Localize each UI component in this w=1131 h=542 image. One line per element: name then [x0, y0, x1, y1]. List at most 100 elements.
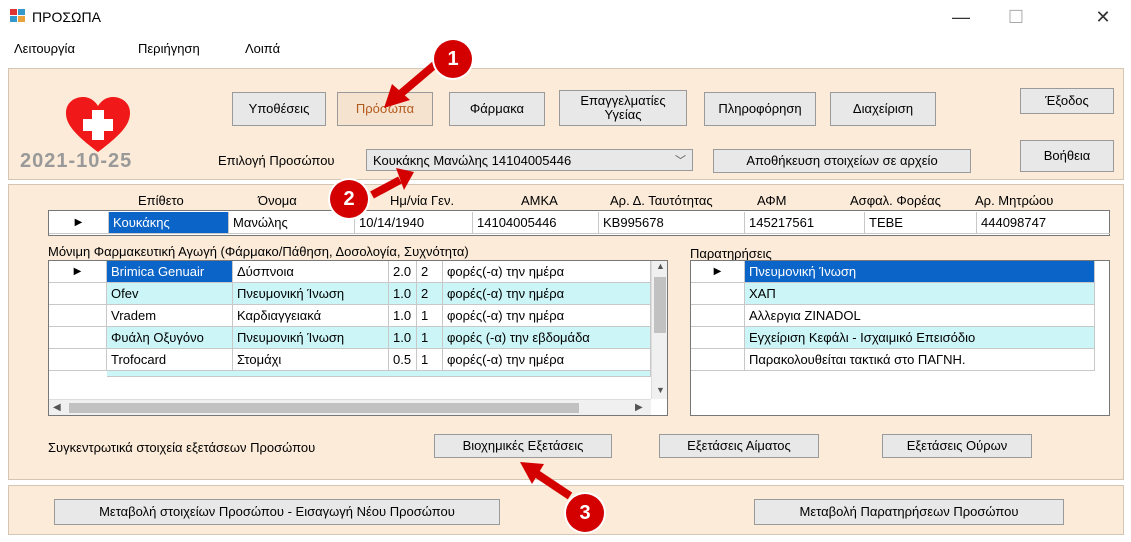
- marker-3: 3: [566, 494, 604, 532]
- epaggelmaties-label-line1: Επαγγελματίες: [580, 93, 666, 108]
- horizontal-scrollbar[interactable]: ◀ ▶: [49, 399, 651, 415]
- header-asfal-foreas: Ασφαλ. Φορέας: [850, 193, 941, 208]
- scrollbar-thumb[interactable]: [69, 403, 579, 413]
- header-onoma: Όνομα: [258, 193, 297, 208]
- note-row-3[interactable]: Εγχείριση Κεφάλι - Ισχαιμικό Επεισόδιο: [745, 327, 1095, 349]
- row-header: [691, 305, 745, 327]
- med-row-partial: [107, 371, 651, 377]
- med-row-2-drug[interactable]: Vradem: [107, 305, 233, 327]
- med-row-0-drug[interactable]: Brimica Genuair: [107, 261, 233, 283]
- edit-notes-button[interactable]: Μεταβολή Παρατηρήσεων Προσώπου: [754, 499, 1064, 525]
- scroll-left-icon[interactable]: ◀: [53, 402, 61, 413]
- med-row-3-frequency[interactable]: φορές (-α) την εβδομάδα: [443, 327, 651, 349]
- med-row-0-times[interactable]: 2: [417, 261, 443, 283]
- med-row-2-condition[interactable]: Καρδιαγγειακά: [233, 305, 389, 327]
- note-row-0[interactable]: Πνευμονική Ίνωση: [745, 261, 1095, 283]
- menu-leitourgia[interactable]: Λειτουργία: [14, 41, 75, 56]
- header-afm: ΑΦΜ: [757, 193, 787, 208]
- person-select-label: Επιλογή Προσώπου: [218, 153, 335, 168]
- row-pointer-icon: ▶: [49, 261, 107, 283]
- current-date: 2021-10-25: [20, 150, 133, 172]
- note-row-1[interactable]: ΧΑΠ: [745, 283, 1095, 305]
- med-row-3-drug[interactable]: Φυάλη Οξυγόνο: [107, 327, 233, 349]
- med-row-2-times[interactable]: 1: [417, 305, 443, 327]
- exodos-button[interactable]: Έξοδος: [1020, 88, 1114, 114]
- scroll-right-icon[interactable]: ▶: [635, 402, 643, 413]
- med-row-3-times[interactable]: 1: [417, 327, 443, 349]
- note-row-2[interactable]: Αλλεργια ZINADOL: [745, 305, 1095, 327]
- medication-table: ▶ Brimica Genuair Δύσπνοια 2.0 2 φορές(-…: [48, 260, 668, 416]
- biochemical-exams-button[interactable]: Βιοχημικές Εξετάσεις: [434, 434, 612, 458]
- vertical-scrollbar[interactable]: ▲ ▼: [651, 261, 667, 399]
- epaggelmaties-label-line2: Υγείας: [604, 107, 642, 122]
- med-row-4-dose[interactable]: 0.5: [389, 349, 417, 371]
- med-row-0-condition[interactable]: Δύσπνοια: [233, 261, 389, 283]
- notes-title: Παρατηρήσεις: [690, 246, 772, 261]
- row-pointer-icon: ▶: [49, 212, 109, 234]
- med-row-0-dose[interactable]: 2.0: [389, 261, 417, 283]
- person-select-value: Κουκάκης Μανώλης 14104005446: [373, 153, 572, 168]
- row-header: [49, 327, 107, 349]
- header-amka: ΑΜΚΑ: [521, 193, 558, 208]
- med-row-4-times[interactable]: 1: [417, 349, 443, 371]
- urine-exams-button[interactable]: Εξετάσεις Ούρων: [882, 434, 1032, 458]
- marker-1: 1: [434, 40, 472, 78]
- menu-loipa[interactable]: Λοιπά: [245, 41, 280, 56]
- pliroforisi-button[interactable]: Πληροφόρηση: [704, 92, 816, 126]
- person-cell-amka[interactable]: 14104005446: [473, 212, 599, 234]
- med-row-0-frequency[interactable]: φορές(-α) την ημέρα: [443, 261, 651, 283]
- voitheia-button[interactable]: Βοήθεια: [1020, 140, 1114, 172]
- med-row-3-condition[interactable]: Πνευμονική Ίνωση: [233, 327, 389, 349]
- person-cell-hmnia[interactable]: 10/14/1940: [355, 212, 473, 234]
- edit-person-button[interactable]: Μεταβολή στοιχείων Προσώπου - Εισαγωγή Ν…: [54, 499, 500, 525]
- med-row-1-frequency[interactable]: φορές(-α) την ημέρα: [443, 283, 651, 305]
- header-hmnia-gen: Ημ/νία Γεν.: [390, 193, 455, 208]
- row-header: [49, 305, 107, 327]
- med-row-1-times[interactable]: 2: [417, 283, 443, 305]
- person-cell-onoma[interactable]: Μανώλης: [229, 212, 355, 234]
- person-cell-foreas[interactable]: ΤΕΒΕ: [865, 212, 977, 234]
- chevron-down-icon: ﹀: [675, 155, 686, 167]
- med-row-4-frequency[interactable]: φορές(-α) την ημέρα: [443, 349, 651, 371]
- person-cell-taytotita[interactable]: ΚΒ995678: [599, 212, 745, 234]
- med-row-4-drug[interactable]: Trofocard: [107, 349, 233, 371]
- med-row-3-dose[interactable]: 1.0: [389, 327, 417, 349]
- row-header: [691, 349, 745, 371]
- heart-logo-icon: [66, 97, 130, 152]
- row-header: [49, 349, 107, 371]
- scrollbar-thumb[interactable]: [654, 277, 666, 333]
- med-row-1-drug[interactable]: Ofev: [107, 283, 233, 305]
- app-icon: [10, 9, 25, 22]
- diaxeirisi-button[interactable]: Διαχείριση: [830, 92, 936, 126]
- scroll-down-icon[interactable]: ▼: [652, 385, 667, 395]
- close-button[interactable]: ✕: [1080, 2, 1126, 32]
- menu-periigisi[interactable]: Περιήγηση: [138, 41, 200, 56]
- notes-table: ▶ Πνευμονική Ίνωση ΧΑΠ Αλλεργια ZINADOL …: [690, 260, 1110, 416]
- row-pointer-icon: ▶: [691, 261, 745, 283]
- save-to-file-button[interactable]: Αποθήκευση στοιχείων σε αρχείο: [713, 149, 971, 173]
- maximize-button[interactable]: ☐: [993, 2, 1039, 32]
- window-title: ΠΡΟΣΩΠΑ: [32, 9, 101, 25]
- scroll-up-icon[interactable]: ▲: [652, 261, 667, 271]
- med-row-4-condition[interactable]: Στομάχι: [233, 349, 389, 371]
- blood-exams-button[interactable]: Εξετάσεις Αίματος: [659, 434, 819, 458]
- med-row-2-frequency[interactable]: φορές(-α) την ημέρα: [443, 305, 651, 327]
- hypotheseis-button[interactable]: Υποθέσεις: [232, 92, 326, 126]
- med-row-1-condition[interactable]: Πνευμονική Ίνωση: [233, 283, 389, 305]
- row-header: [691, 327, 745, 349]
- person-select-combo[interactable]: Κουκάκης Μανώλης 14104005446 ﹀: [366, 149, 693, 171]
- med-row-2-dose[interactable]: 1.0: [389, 305, 417, 327]
- farmaka-button[interactable]: Φάρμακα: [449, 92, 545, 126]
- header-eponymo: Επίθετο: [138, 193, 184, 208]
- marker-2: 2: [330, 180, 368, 218]
- prosopa-button[interactable]: Πρόσωπα: [337, 92, 433, 126]
- minimize-button[interactable]: —: [938, 2, 984, 32]
- person-cell-afm[interactable]: 145217561: [745, 212, 865, 234]
- person-cell-eponymo[interactable]: Κουκάκης: [109, 212, 229, 234]
- person-cell-mitroo[interactable]: 444098747: [977, 212, 1110, 234]
- note-row-4[interactable]: Παρακολουθείται τακτικά στο ΠΑΓΝΗ.: [745, 349, 1095, 371]
- epaggelmaties-ygeias-button[interactable]: Επαγγελματίες Υγείας: [559, 90, 687, 126]
- medication-title: Μόνιμη Φαρμακευτική Αγωγή (Φάρμακο/Πάθησ…: [48, 244, 469, 259]
- header-ar-taytotitas: Αρ. Δ. Ταυτότητας: [610, 193, 713, 208]
- med-row-1-dose[interactable]: 1.0: [389, 283, 417, 305]
